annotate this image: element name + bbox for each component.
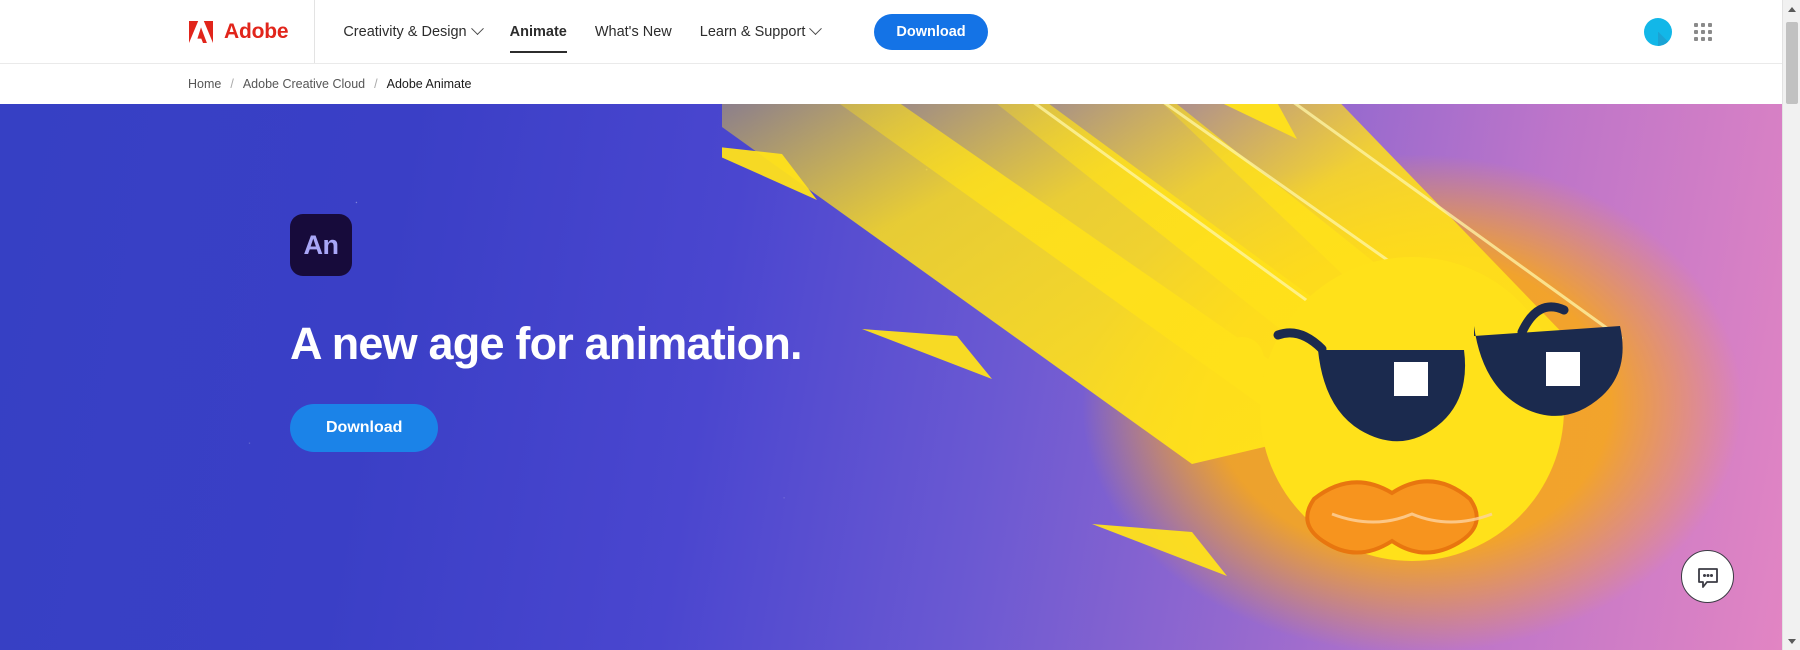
nav-item-label: What's New <box>594 23 672 40</box>
main-navigation-bar: Adobe Creativity & Design Animate What's… <box>0 0 1782 64</box>
breadcrumb-item-creative-cloud[interactable]: Adobe Creative Cloud <box>243 77 365 91</box>
chat-bubble-icon <box>1697 567 1718 588</box>
nav-item-label: Creativity & Design <box>343 23 467 40</box>
nav-download-button[interactable]: Download <box>874 13 988 50</box>
nav-left-group: Adobe Creativity & Design Animate What's… <box>0 0 988 63</box>
chat-widget-button[interactable] <box>1681 550 1734 603</box>
adobe-animate-app-icon: An <box>290 214 352 276</box>
nav-right-group <box>1644 0 1712 63</box>
scroll-up-arrow-icon[interactable] <box>1783 0 1800 18</box>
comet-character-illustration <box>722 104 1742 650</box>
adobe-logo-icon <box>188 20 214 44</box>
nav-item-animate[interactable]: Animate <box>509 0 568 63</box>
nav-item-learn-support[interactable]: Learn & Support <box>699 0 823 63</box>
breadcrumb-item-home[interactable]: Home <box>188 77 221 91</box>
breadcrumb-separator: / <box>374 77 378 91</box>
hero-download-button[interactable]: Download <box>290 404 439 452</box>
adobe-brand-link[interactable]: Adobe <box>188 0 316 63</box>
hero-content: An A new age for animation. Download <box>290 214 803 452</box>
nav-item-creativity-design[interactable]: Creativity & Design <box>343 0 484 63</box>
chevron-down-icon <box>809 22 823 36</box>
scroll-down-arrow-icon[interactable] <box>1783 632 1800 650</box>
breadcrumb-separator: / <box>230 77 234 91</box>
app-grid-icon[interactable] <box>1694 22 1712 41</box>
hero-headline: A new age for animation. <box>290 318 803 369</box>
breadcrumb-item-current: Adobe Animate <box>386 77 472 91</box>
nav-item-label: Learn & Support <box>699 23 806 40</box>
hero-banner: An A new age for animation. Download <box>0 104 1782 650</box>
breadcrumb: Home / Adobe Creative Cloud / Adobe Anim… <box>0 64 1782 104</box>
adobe-wordmark: Adobe <box>224 19 289 43</box>
browser-viewport: Adobe Creativity & Design Animate What's… <box>0 0 1782 650</box>
vertical-scrollbar[interactable] <box>1782 0 1800 650</box>
user-avatar-icon[interactable] <box>1644 17 1672 46</box>
nav-item-whats-new[interactable]: What's New <box>595 0 672 63</box>
chevron-down-icon <box>470 22 484 36</box>
starfield-decoration <box>0 104 1782 650</box>
scrollbar-thumb[interactable] <box>1786 22 1798 104</box>
page-root: Adobe Creativity & Design Animate What's… <box>0 0 1800 650</box>
nav-item-label: Animate <box>509 23 567 40</box>
nav-links: Creativity & Design Animate What's New L… <box>315 0 988 63</box>
